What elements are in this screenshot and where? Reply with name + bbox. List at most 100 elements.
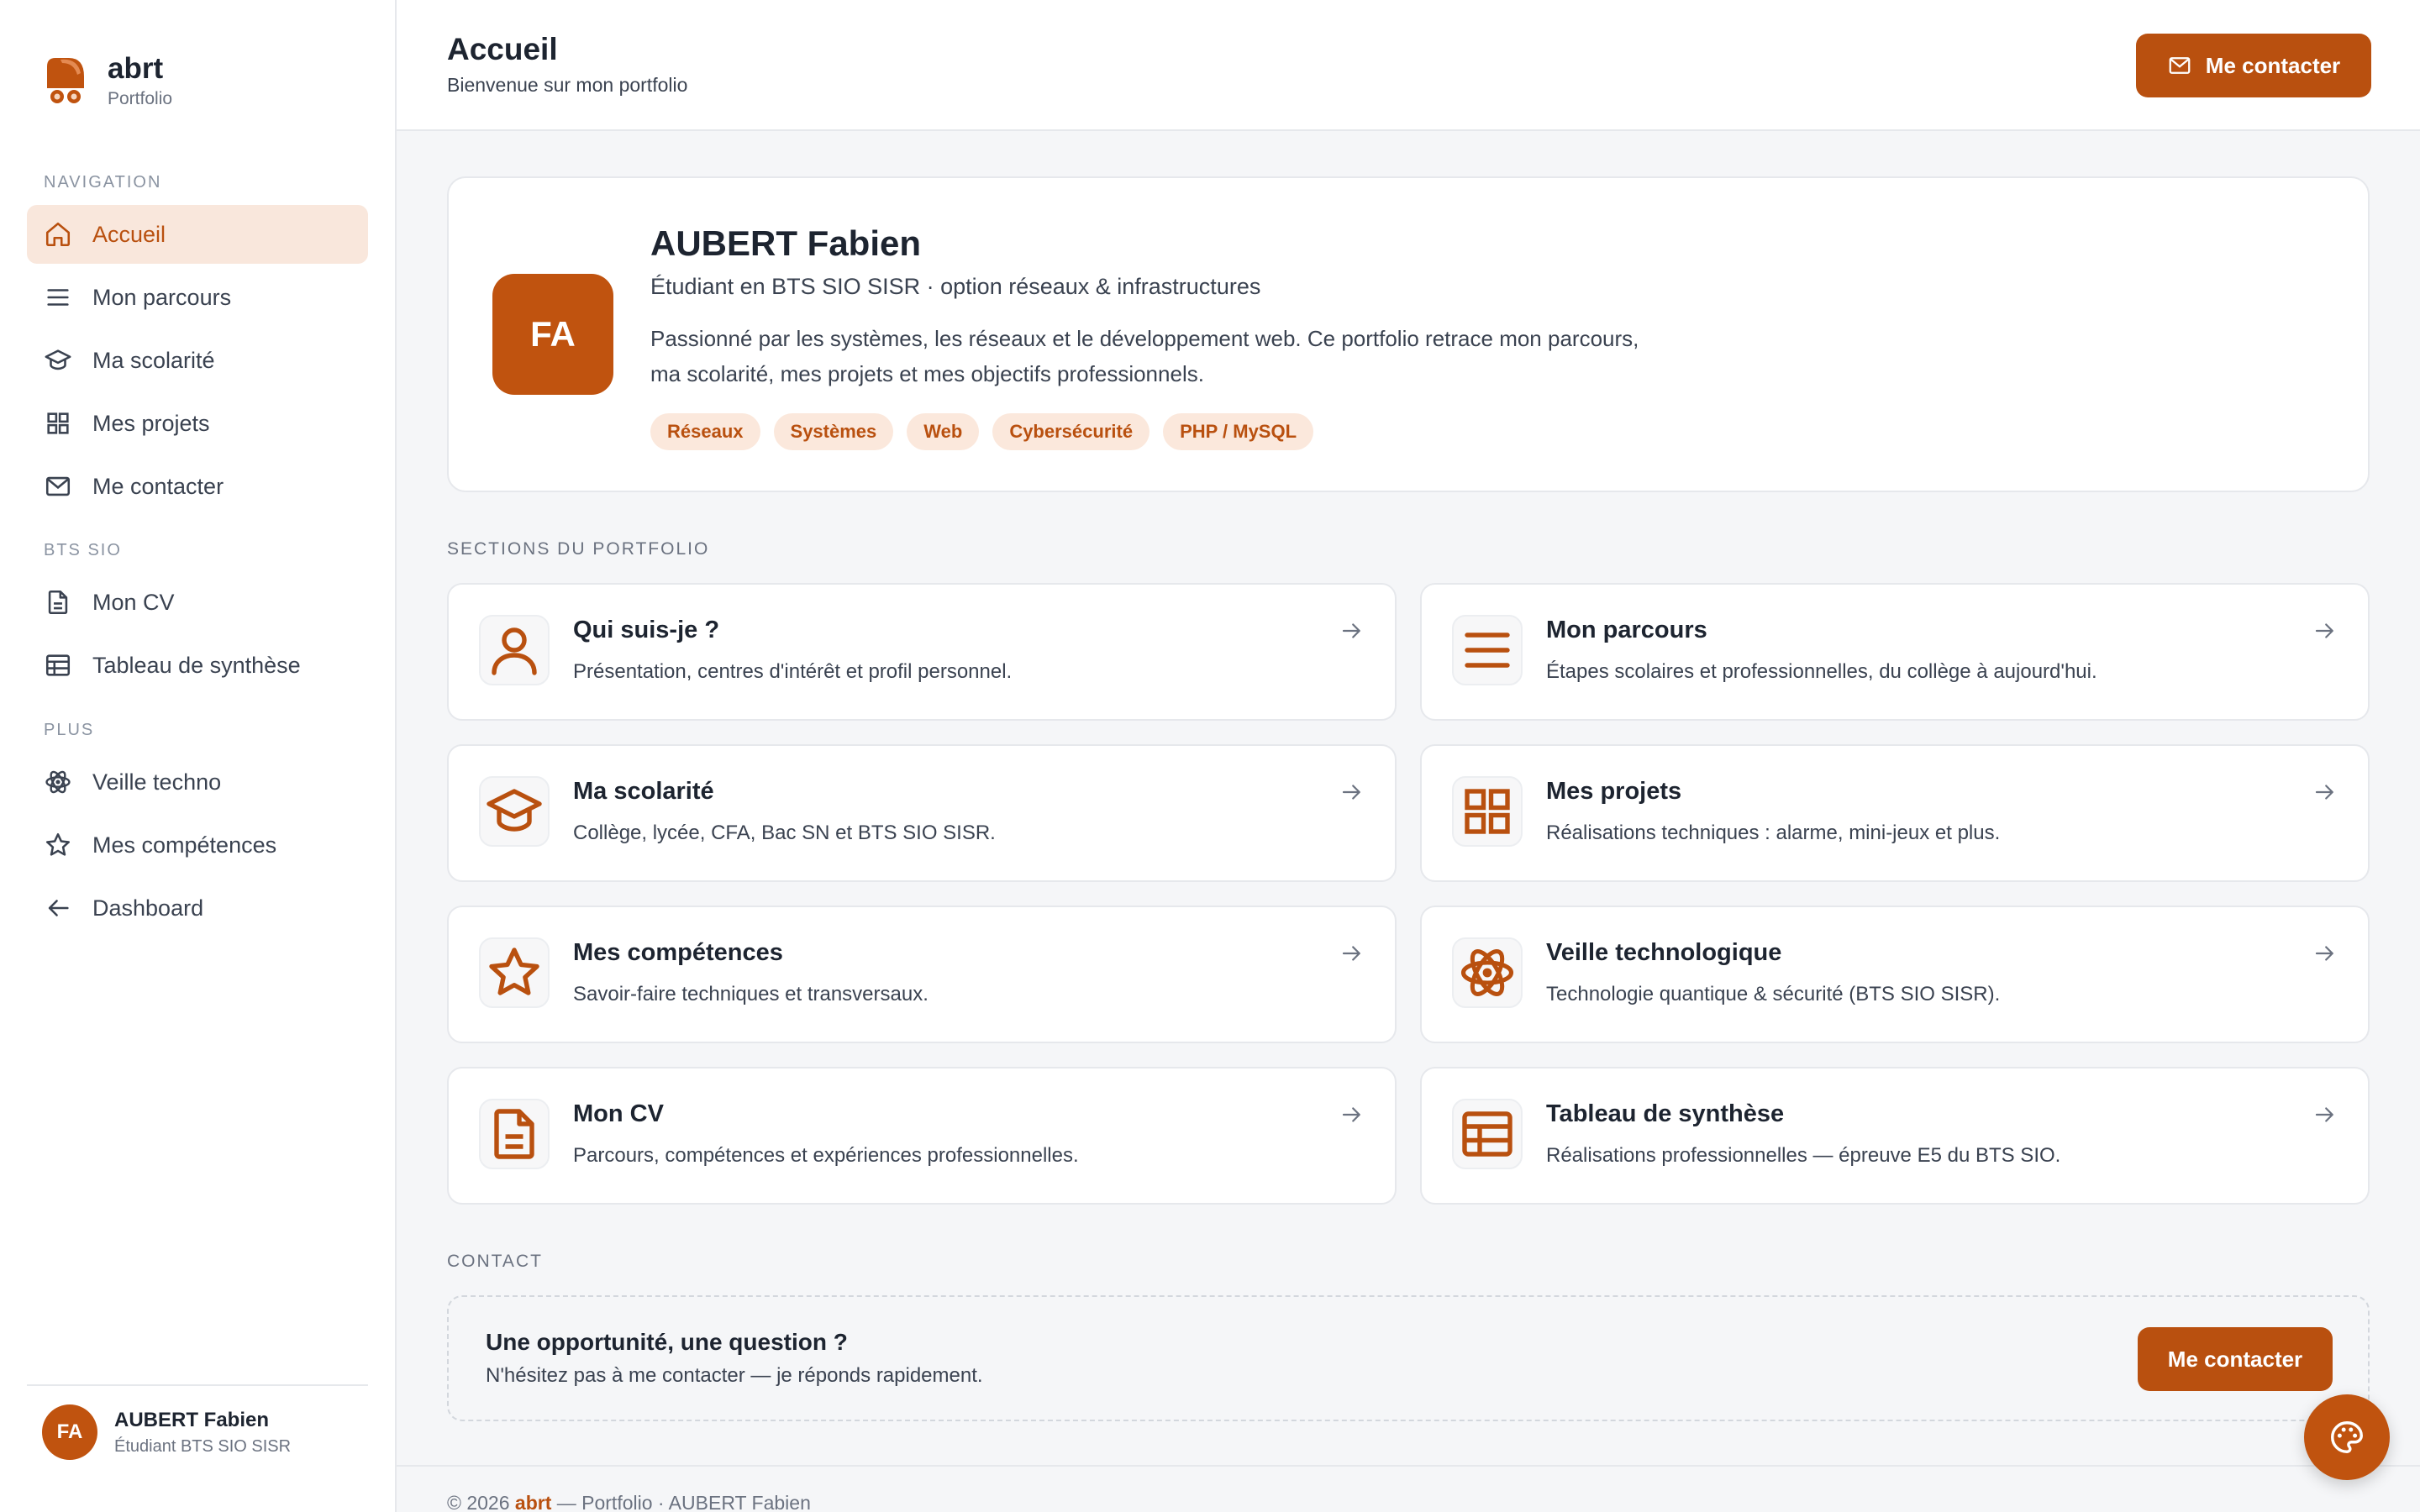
user-profile[interactable]: FA AUBERT Fabien Étudiant BTS SIO SISR [42,1404,291,1460]
sidebar-item-dashboard[interactable]: Dashboard [27,879,368,937]
header-contact-button-label: Me contacter [2205,52,2341,78]
card-veille-technologique[interactable]: Veille technologique Technologie quantiq… [1420,906,2370,1043]
card-description: Réalisations professionnelles — épreuve … [1546,1144,2061,1167]
header-contact-button[interactable]: Me contacter [2136,34,2371,97]
arrow-right-icon [2312,618,2338,643]
profile-name: AUBERT Fabien [650,223,922,263]
star-icon [484,942,544,1003]
graduation-cap-icon [44,346,72,375]
footer-divider [397,1465,2420,1467]
card-mes-projets[interactable]: Mes projets Réalisations techniques : al… [1420,744,2370,882]
sidebar-item-label: Mes projets [92,410,210,436]
sidebar-item-label: Ma scolarité [92,347,215,373]
page-title: Accueil [447,32,558,66]
card-description: Savoir-faire techniques et transversaux. [573,983,929,1005]
brand-subtitle: Portfolio [108,89,173,108]
card-description: Présentation, centres d'intérêt et profi… [573,660,1013,683]
sidebar-item-label: Dashboard [92,895,204,921]
contact-box: Une opportunité, une question ? N'hésite… [447,1295,2370,1421]
card-title: Mon parcours [1546,617,1707,643]
atom-icon [44,768,72,796]
table-icon [1457,1104,1518,1164]
user-icon [484,620,544,680]
document-icon [44,588,72,617]
footer-suffix: — Portfolio · AUBERT Fabien [551,1492,811,1512]
brand-logo-icon [47,58,84,103]
arrow-right-icon [2312,1102,2338,1127]
menu-lines-icon [44,283,72,312]
sidebar-item-mon-parcours[interactable]: Mon parcours [27,268,368,327]
grid-icon [1457,781,1518,842]
sidebar-divider [27,1384,368,1386]
profile-avatar: FA [492,274,613,395]
sidebar-item-veille-techno[interactable]: Veille techno [27,753,368,811]
card-ma-scolarite[interactable]: Ma scolarité Collège, lycée, CFA, Bac SN… [447,744,1397,882]
sidebar-item-mes-competences[interactable]: Mes compétences [27,816,368,874]
card-title: Ma scolarité [573,778,714,805]
card-description: Parcours, compétences et expériences pro… [573,1144,1079,1167]
sections-label: SECTIONS DU PORTFOLIO [447,539,710,559]
card-icon-box [1452,937,1523,1008]
card-title: Qui suis-je ? [573,617,720,643]
footer-copyright: © 2026 [447,1492,515,1512]
sidebar-item-ma-scolarite[interactable]: Ma scolarité [27,331,368,390]
nav-group-label-bts-sio: BTS SIO [44,541,122,559]
theme-palette-button[interactable] [2304,1394,2390,1480]
tag-reseaux: Réseaux [650,413,760,450]
contact-title: Une opportunité, une question ? [486,1329,848,1355]
profile-hero-card: FA AUBERT Fabien Étudiant en BTS SIO SIS… [447,176,2370,492]
card-title: Mes compétences [573,939,783,966]
card-icon-box [479,1099,550,1169]
card-title: Mes projets [1546,778,1682,805]
tag-cybersecurite: Cybersécurité [992,413,1150,450]
sidebar-item-accueil[interactable]: Accueil [27,205,368,264]
contact-button[interactable]: Me contacter [2138,1327,2333,1391]
mail-icon [44,472,72,501]
card-title: Tableau de synthèse [1546,1100,1785,1127]
tag-php-mysql: PHP / MySQL [1163,413,1314,450]
card-description: Réalisations techniques : alarme, mini-j… [1546,822,2001,844]
card-tableau-de-synthese[interactable]: Tableau de synthèse Réalisations profess… [1420,1067,2370,1205]
menu-lines-icon [1457,620,1518,680]
sidebar-item-tableau-de-synthese[interactable]: Tableau de synthèse [27,636,368,695]
sidebar-item-label: Veille techno [92,769,222,795]
card-mon-parcours[interactable]: Mon parcours Étapes scolaires et profess… [1420,583,2370,721]
card-mes-competences[interactable]: Mes compétences Savoir-faire techniques … [447,906,1397,1043]
avatar: FA [42,1404,97,1460]
card-title: Mon CV [573,1100,664,1127]
sidebar-item-mes-projets[interactable]: Mes projets [27,394,368,453]
card-icon-box [479,937,550,1008]
star-icon [44,831,72,859]
atom-icon [1457,942,1518,1003]
sidebar-item-label: Mon CV [92,589,175,615]
user-name: AUBERT Fabien [114,1408,270,1431]
card-icon-box [1452,1099,1523,1169]
brand[interactable]: abrt Portfolio [44,52,172,109]
sidebar: abrt Portfolio NAVIGATION Accueil Mon pa… [0,0,397,1512]
sidebar-item-label: Tableau de synthèse [92,652,301,678]
arrow-right-icon [1339,618,1365,643]
brand-name: abrt [108,52,164,85]
sidebar-item-me-contacter[interactable]: Me contacter [27,457,368,516]
nav-group-label-navigation: NAVIGATION [44,173,162,192]
card-qui-suis-je[interactable]: Qui suis-je ? Présentation, centres d'in… [447,583,1397,721]
arrow-right-icon [1339,1102,1365,1127]
arrow-right-icon [2312,780,2338,805]
skill-tags: Réseaux Systèmes Web Cybersécurité PHP /… [650,413,1327,450]
footer: © 2026 abrt — Portfolio · AUBERT Fabien [447,1492,811,1512]
profile-description: Passionné par les systèmes, les réseaux … [650,326,1639,386]
sidebar-item-mon-cv[interactable]: Mon CV [27,573,368,632]
arrow-right-icon [1339,780,1365,805]
sidebar-item-label: Mon parcours [92,284,232,310]
arrow-right-icon [2312,941,2338,966]
card-mon-cv[interactable]: Mon CV Parcours, compétences et expérien… [447,1067,1397,1205]
card-icon-box [1452,615,1523,685]
footer-brand-link[interactable]: abrt [515,1492,551,1512]
sidebar-item-label: Accueil [92,221,166,247]
card-description: Technologie quantique & sécurité (BTS SI… [1546,983,2001,1005]
arrow-right-icon [1339,941,1365,966]
card-description: Collège, lycée, CFA, Bac SN et BTS SIO S… [573,822,996,844]
home-icon [44,220,72,249]
arrow-left-icon [44,894,72,922]
sidebar-item-label: Mes compétences [92,832,277,858]
